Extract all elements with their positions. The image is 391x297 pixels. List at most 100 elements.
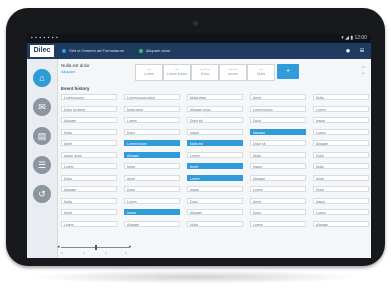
event-cell[interactable]: Lorem xyxy=(187,151,243,158)
chat-icon[interactable]: ☰ xyxy=(33,156,51,174)
document-icon[interactable]: ▤ xyxy=(33,127,51,145)
event-cell[interactable]: Dolor xyxy=(313,151,369,158)
status-tile-label: Lorem xyxy=(144,72,154,76)
event-cell[interactable]: Nulla vitae xyxy=(187,94,243,100)
status-bar: ▪ ▪ ▪ ▪ ▪ ▪ ▪ ▾ ◢ ▮ 12:00 xyxy=(27,34,371,43)
event-cell[interactable]: Ipsum xyxy=(124,209,180,215)
screen: ▪ ▪ ▪ ▪ ▪ ▪ ▪ ▾ ◢ ▮ 12:00 Dilec Sint ut … xyxy=(27,34,371,258)
status-tile[interactable]: — / — Dolor xyxy=(191,64,219,81)
event-cell[interactable]: Aliquam xyxy=(313,220,369,227)
home-icon[interactable]: ⌂ xyxy=(33,69,51,87)
slider-label: 0 xyxy=(61,251,63,255)
event-cell[interactable]: Dolor xyxy=(187,197,243,204)
event-cell[interactable]: Amet xyxy=(250,197,306,204)
event-cell[interactable]: Dolor xyxy=(124,186,180,192)
event-cell[interactable]: Amet xyxy=(313,174,369,181)
status-tile[interactable]: — Lorem ipsum xyxy=(163,64,191,81)
event-cell[interactable]: Lorem xyxy=(124,197,180,204)
event-cell[interactable]: Ipsum xyxy=(313,117,369,123)
person-icon[interactable]: ● xyxy=(343,46,353,56)
slider-knob[interactable] xyxy=(95,245,97,250)
event-cell[interactable]: Dolor xyxy=(250,209,306,215)
event-cell[interactable]: Aliquam dolor xyxy=(187,105,243,112)
slider-label: 3 xyxy=(125,251,127,255)
status-tile[interactable]: — — Ipsum xyxy=(219,64,247,81)
brand-logo: Dilec xyxy=(30,45,54,57)
device-shadow xyxy=(30,270,360,284)
event-cell[interactable]: Ipsum xyxy=(250,163,306,169)
event-cell[interactable]: Lorem xyxy=(124,117,180,123)
status-tile-label: Lorem ipsum xyxy=(166,72,188,76)
tablet-device: ▪ ▪ ▪ ▪ ▪ ▪ ▪ ▾ ◢ ▮ 12:00 Dilec Sint ut … xyxy=(6,8,385,266)
slider-label: 2 xyxy=(105,251,107,255)
event-cell[interactable]: Ipsum dolor xyxy=(61,151,117,158)
status-tile-label: Dolor xyxy=(200,72,210,76)
corner-note: ▪▪▪ xyxy=(361,65,365,69)
event-cell[interactable]: Nulla xyxy=(313,163,369,169)
event-cell[interactable]: Lorem ipsum xyxy=(250,105,306,112)
event-cell[interactable]: Dolor xyxy=(313,186,369,192)
event-cell[interactable]: Lorem ipsum xyxy=(61,94,117,100)
event-cell[interactable]: Lorem ipsum xyxy=(124,140,180,146)
event-cell[interactable]: Aliquam xyxy=(187,209,243,215)
status-tile[interactable]: — Lorem xyxy=(135,64,163,81)
camera xyxy=(193,21,198,26)
history-icon[interactable]: ↺ xyxy=(33,185,51,203)
add-button[interactable]: + xyxy=(277,64,299,79)
event-cell[interactable]: Lorem xyxy=(250,220,306,227)
event-cell[interactable]: Nulla xyxy=(250,151,306,158)
status-bar-right: ▾ ◢ ▮ 12:00 xyxy=(341,35,367,41)
event-cell[interactable]: Ipsum xyxy=(187,128,243,135)
event-cell[interactable]: Aliquam xyxy=(124,220,180,227)
event-cell[interactable]: Ipsum xyxy=(187,186,243,192)
message-icon[interactable]: ✉ xyxy=(33,98,51,116)
event-cell[interactable]: Aliquam xyxy=(313,140,369,146)
event-cell[interactable]: Lorem xyxy=(187,174,243,181)
event-cell[interactable]: Aliquam xyxy=(250,174,306,181)
event-cell[interactable]: Lorem xyxy=(313,128,369,135)
menu-icon[interactable]: ≡ xyxy=(357,46,367,56)
status-tile-label: Ipsum xyxy=(228,72,238,76)
event-cell[interactable]: Nulla est xyxy=(187,140,243,146)
event-cell[interactable]: Amet xyxy=(187,163,243,169)
event-cell[interactable]: Nulla xyxy=(61,128,117,135)
event-cell[interactable]: Lorem xyxy=(313,209,369,215)
event-cell[interactable]: Dolor xyxy=(61,174,117,181)
arrow-left-icon[interactable]: ◂ xyxy=(57,244,60,251)
event-cell[interactable]: Aliquam xyxy=(124,151,180,158)
event-cell[interactable]: Aliquam xyxy=(61,186,117,192)
event-cell[interactable]: Ipsum xyxy=(313,197,369,204)
event-cell[interactable]: Lorem xyxy=(61,220,117,227)
event-cell[interactable]: Dolor xyxy=(124,128,180,135)
arrow-right-icon[interactable]: ▸ xyxy=(129,244,132,251)
breadcrumb-2[interactable]: Aliquam dolor xyxy=(139,47,170,55)
event-cell[interactable]: Amet xyxy=(250,94,306,100)
event-cell[interactable]: Dolor sit xyxy=(187,117,243,123)
patient-subtitle: Aliquam xyxy=(61,69,76,74)
event-cell[interactable]: Aliquam xyxy=(250,128,306,135)
app-bar: Dilec Sint ut Omnem ad Formularum Aliqua… xyxy=(27,43,371,59)
breadcrumb-1[interactable]: Sint ut Omnem ad Formularum xyxy=(62,47,124,55)
patient-header[interactable]: Nulla est dolor Aliquam xyxy=(61,63,121,81)
event-cell[interactable]: Nulla dolor xyxy=(124,105,180,112)
event-cell[interactable]: Amet xyxy=(61,140,117,146)
event-cell[interactable]: Lorem xyxy=(250,186,306,192)
breadcrumb-label: Aliquam dolor xyxy=(145,48,171,53)
event-cell[interactable]: Nulla xyxy=(124,163,180,169)
event-cell[interactable]: Amet xyxy=(61,209,117,215)
event-cell[interactable]: Dolor sit xyxy=(250,140,306,146)
event-cell[interactable]: Nulla xyxy=(313,94,369,100)
sidebar: ⌂ ✉ ▤ ☰ ↺ xyxy=(27,59,58,258)
timeline-slider[interactable]: ◂ ▸ 0 1 2 3 xyxy=(57,244,133,255)
event-cell[interactable]: Aliquam xyxy=(61,117,117,123)
status-tile[interactable]: — Nulla xyxy=(247,64,275,81)
event-cell[interactable]: Nulla xyxy=(61,197,117,204)
event-cell[interactable]: Nulla xyxy=(187,220,243,227)
event-cell[interactable]: Lorem xyxy=(61,163,117,169)
event-cell[interactable]: Amet xyxy=(124,174,180,181)
event-cell[interactable]: Dolor sit amet xyxy=(61,105,117,112)
event-cell[interactable]: Dolor xyxy=(250,117,306,123)
event-cell[interactable]: Lorem xyxy=(313,105,369,112)
corner-note: ▪▪▪ xyxy=(361,71,365,75)
event-cell[interactable]: Lorem ipsum dolor xyxy=(124,94,180,100)
